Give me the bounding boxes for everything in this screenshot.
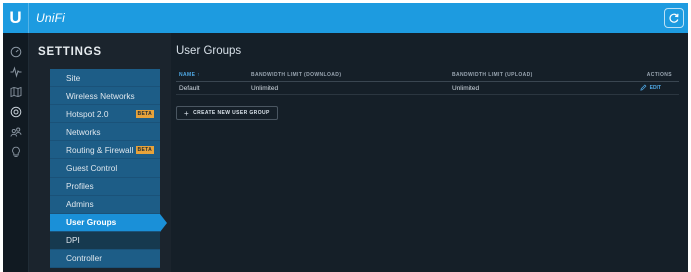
settings-nav: Site Wireless Networks Hotspot 2.0 BETA N… [50, 69, 167, 269]
plus-icon: + [184, 108, 190, 118]
cell-download: Unlimited [251, 85, 279, 92]
beta-badge: BETA [135, 146, 154, 155]
nav-item-label: Wireless Networks [66, 90, 135, 101]
nav-item-dpi[interactable]: DPI [50, 231, 160, 250]
settings-title: SETTINGS [38, 46, 102, 58]
dashboard-icon [10, 46, 22, 58]
rail-insights[interactable] [3, 143, 29, 161]
pencil-icon [640, 84, 647, 91]
create-button-label: CREATE NEW USER GROUP [193, 110, 270, 116]
edit-label: EDIT [649, 84, 661, 91]
sort-ascending-icon: ↑ [197, 72, 201, 78]
nav-item-hotspot[interactable]: Hotspot 2.0 BETA [50, 105, 160, 124]
nav-item-admins[interactable]: Admins [50, 195, 160, 214]
top-bar: U UniFi [3, 3, 688, 33]
ubiquiti-logo[interactable]: U [3, 3, 29, 33]
nav-item-user-groups[interactable]: User Groups [50, 213, 167, 232]
column-header-name[interactable]: NAME ↑ [179, 72, 200, 78]
logo-glyph: U [9, 8, 22, 27]
rail-dashboard[interactable] [3, 43, 29, 61]
settings-panel: SETTINGS Site Wireless Networks Hotspot … [29, 33, 171, 272]
beta-badge: BETA [135, 110, 154, 119]
brand-name: UniFi [36, 11, 66, 25]
nav-item-label: Guest Control [66, 163, 118, 174]
nav-item-label: Site [66, 72, 81, 83]
rail-statistics[interactable] [3, 63, 29, 81]
main-content: User Groups NAME ↑ BANDWIDTH LIMIT (DOWN… [171, 33, 688, 272]
create-user-group-button[interactable]: + CREATE NEW USER GROUP [176, 106, 278, 120]
nav-item-label: User Groups [66, 217, 117, 228]
nav-item-routing-firewall[interactable]: Routing & Firewall BETA [50, 141, 160, 160]
nav-item-label: Admins [66, 199, 94, 210]
rail-map[interactable] [3, 83, 29, 101]
cell-upload: Unlimited [452, 85, 480, 92]
page-title: User Groups [176, 45, 242, 57]
nav-item-wireless-networks[interactable]: Wireless Networks [50, 87, 160, 106]
nav-item-label: Profiles [66, 181, 94, 192]
app-window: U UniFi SETTINGS Site Wireless Networks … [3, 3, 688, 272]
icon-rail [3, 33, 29, 272]
nav-item-label: Routing & Firewall [66, 144, 134, 155]
column-header-label: NAME [179, 72, 196, 78]
table-row: Default Unlimited Unlimited EDIT [176, 82, 679, 95]
user-groups-table: NAME ↑ BANDWIDTH LIMIT (DOWNLOAD) BANDWI… [176, 71, 679, 95]
nav-item-label: DPI [66, 235, 80, 246]
column-header-download[interactable]: BANDWIDTH LIMIT (DOWNLOAD) [251, 72, 341, 78]
rail-clients[interactable] [3, 123, 29, 141]
nav-item-label: Controller [66, 253, 102, 264]
edit-button[interactable]: EDIT [640, 84, 661, 91]
nav-item-label: Hotspot 2.0 [66, 108, 109, 119]
devices-icon [10, 106, 22, 118]
nav-item-site[interactable]: Site [50, 69, 160, 88]
nav-item-label: Networks [66, 126, 101, 137]
nav-item-controller[interactable]: Controller [50, 249, 160, 269]
nav-item-guest-control[interactable]: Guest Control [50, 159, 160, 178]
table-header: NAME ↑ BANDWIDTH LIMIT (DOWNLOAD) BANDWI… [176, 71, 679, 82]
column-header-upload[interactable]: BANDWIDTH LIMIT (UPLOAD) [452, 72, 533, 78]
insights-icon [12, 146, 20, 158]
column-header-actions: ACTIONS [646, 72, 672, 78]
rail-devices[interactable] [3, 103, 29, 121]
nav-item-networks[interactable]: Networks [50, 123, 160, 142]
statistics-icon [10, 66, 22, 78]
map-icon [10, 86, 22, 98]
nav-item-profiles[interactable]: Profiles [50, 177, 160, 196]
cell-name: Default [179, 85, 200, 92]
refresh-button[interactable] [664, 8, 684, 28]
clients-icon [10, 127, 22, 137]
refresh-icon [669, 13, 679, 23]
